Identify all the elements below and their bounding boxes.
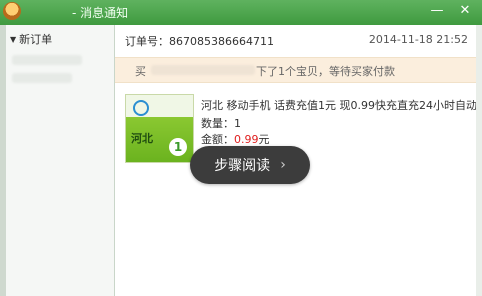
sidebar: ▼ 新订单 (6, 25, 115, 296)
thumbnail-badge: 1 (169, 138, 187, 156)
order-datetime: 2014-11-18 21:52 (368, 33, 468, 46)
amount-label: 金额： (201, 133, 234, 146)
window-title: - 消息通知 (72, 6, 129, 20)
order-number: 867085386664711 (169, 35, 274, 48)
amount-value: 0.99 (234, 133, 259, 146)
step-reading-label: 步骤阅读 (214, 158, 271, 174)
product-amount: 金额：0.99元 (201, 131, 270, 147)
blurred-list-item (12, 73, 72, 83)
chevron-down-icon: ▼ (10, 34, 17, 44)
thumbnail-region-text: 河北 (131, 132, 153, 145)
order-number-label: 订单号： (125, 35, 169, 48)
order-number-row: 订单号：867085386664711 (125, 33, 274, 49)
product-thumbnail[interactable]: 河北 1 (125, 94, 194, 163)
notice-prefix: 买 (135, 65, 146, 78)
minimize-button[interactable]: — (428, 2, 446, 20)
tree-node-new-orders[interactable]: ▼ 新订单 (10, 31, 52, 47)
app-avatar-icon (3, 2, 21, 20)
notice-text: 下了1个宝贝，等待买家付款 (256, 65, 395, 78)
tree-node-label: 新订单 (19, 33, 53, 46)
thumbnail-header (126, 95, 193, 117)
window-controls: — ✕ (428, 2, 474, 20)
close-button[interactable]: ✕ (456, 2, 474, 20)
title-bar: - 消息通知 — ✕ (0, 0, 482, 25)
chevron-right-icon: › (280, 157, 286, 173)
vertical-scrollbar[interactable] (476, 25, 482, 296)
amount-unit: 元 (258, 133, 270, 146)
order-notice-bar: 买 下了1个宝贝，等待买家付款 (115, 57, 482, 83)
blurred-list-item (12, 55, 82, 65)
blurred-buyer-name (151, 65, 255, 75)
product-quantity: 数量：1 (201, 117, 241, 130)
china-mobile-logo-icon (133, 100, 149, 116)
product-title-link[interactable]: 河北 移动手机 话费充值1元 现0.99快充直充24小时自动充... (201, 97, 476, 113)
step-reading-button[interactable]: 步骤阅读 › (190, 146, 310, 184)
